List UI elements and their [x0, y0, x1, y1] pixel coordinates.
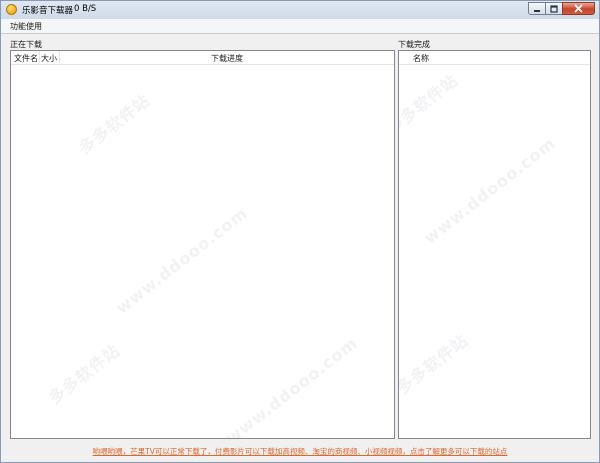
downloading-list[interactable]: 文件名 大小 下载进度 多多软件站 www.ddooo.com 多多软件站 ww…	[10, 50, 395, 439]
download-speed: 0 B/S	[74, 4, 97, 14]
watermark-text: 多多软件站	[398, 70, 462, 138]
completed-list-header: 名称	[399, 51, 590, 65]
window-title: 乐影音下载器	[22, 6, 74, 16]
column-separator[interactable]	[59, 51, 60, 63]
column-header-size[interactable]: 大小	[41, 53, 57, 64]
watermark-text: 多多软件站	[45, 340, 124, 408]
watermark-text: www.ddooo.com	[420, 133, 560, 248]
watermark-text: www.ddooo.com	[112, 203, 252, 318]
downloading-list-header: 文件名 大小 下载进度	[11, 51, 394, 65]
close-button[interactable]	[562, 2, 595, 15]
menu-item-features[interactable]: 功能使用	[10, 21, 42, 32]
column-header-filename[interactable]: 文件名	[14, 53, 38, 64]
completed-list[interactable]: 名称 多多软件站 www.ddooo.com 多多软件站	[398, 50, 591, 439]
watermark-text: www.ddooo.com	[222, 333, 362, 439]
minimize-icon	[534, 9, 540, 12]
column-header-progress[interactable]: 下载进度	[211, 53, 243, 64]
app-window: 乐影音下载器 0 B/S 功能使用 正在下载 下载完成 文件名 大小 下载进度 …	[0, 0, 600, 463]
watermark-text: 多多软件站	[398, 330, 472, 398]
minimize-button[interactable]	[528, 2, 546, 15]
maximize-icon	[550, 4, 558, 13]
downloading-label: 正在下载	[10, 40, 42, 49]
close-icon	[574, 4, 583, 13]
maximize-button[interactable]	[545, 2, 563, 15]
column-header-name[interactable]: 名称	[413, 53, 429, 64]
menu-bar: 功能使用	[1, 19, 599, 34]
column-separator[interactable]	[39, 51, 40, 63]
watermark-text: 多多软件站	[75, 90, 154, 158]
completed-label: 下载完成	[398, 40, 430, 49]
window-controls	[528, 2, 595, 16]
app-logo-icon	[6, 4, 17, 15]
title-bar[interactable]: 乐影音下载器 0 B/S	[1, 1, 599, 19]
footer-promo-link[interactable]: 哟喂哟喂，芒果TV可以正常下载了，付费影片可以下载加高视频、淘宝的商视频、小视频…	[1, 446, 599, 457]
